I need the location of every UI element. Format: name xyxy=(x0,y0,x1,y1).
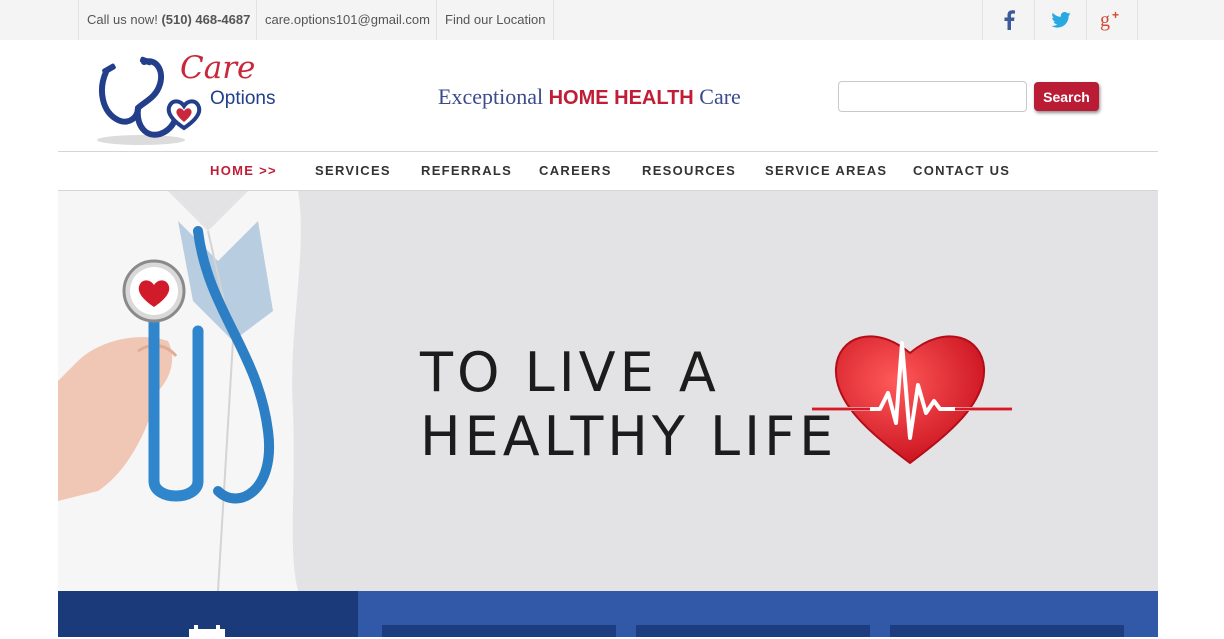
tagline-part1: Exceptional xyxy=(438,84,549,109)
bottom-left-panel xyxy=(58,591,358,639)
doctor-with-stethoscope-image xyxy=(58,191,301,591)
tagline-highlight: HOME HEALTH xyxy=(548,87,694,109)
logo-options-text: Options xyxy=(210,88,276,109)
call-label: Call us now! xyxy=(87,12,158,27)
logo[interactable]: Care Options xyxy=(96,50,296,150)
hero-line-1: TO LIVE A xyxy=(420,341,720,404)
nav-home[interactable]: HOME >> xyxy=(210,152,277,190)
find-location-link[interactable]: Find our Location xyxy=(436,0,555,40)
nav-service-areas[interactable]: SERVICE AREAS xyxy=(765,152,887,190)
google-plus-icon[interactable]: g + xyxy=(1086,0,1138,40)
nav-referrals[interactable]: REFERRALS xyxy=(421,152,512,190)
feature-card[interactable] xyxy=(382,625,616,637)
hero-line-2: HEALTHY LIFE xyxy=(420,405,838,468)
search-button[interactable]: Search xyxy=(1034,82,1099,111)
heart-pulse-icon xyxy=(812,335,1012,465)
nav-services[interactable]: SERVICES xyxy=(315,152,391,190)
tagline-part2: Care xyxy=(693,84,741,109)
tagline: Exceptional HOME HEALTH Care xyxy=(438,84,741,110)
top-bar: Call us now! (510) 468-4687 care.options… xyxy=(0,0,1224,40)
feature-card[interactable] xyxy=(890,625,1124,637)
nav-resources[interactable]: RESOURCES xyxy=(642,152,736,190)
twitter-icon[interactable] xyxy=(1034,0,1086,40)
hero-headline: TO LIVE A HEALTHY LIFE xyxy=(420,341,837,469)
main-nav: HOME >> SERVICES REFERRALS CAREERS RESOU… xyxy=(58,151,1158,191)
nav-contact-us[interactable]: CONTACT US xyxy=(913,152,1010,190)
svg-text:+: + xyxy=(1112,9,1119,22)
call-us-text: Call us now! (510) 468-4687 xyxy=(78,0,258,40)
email-link[interactable]: care.options101@gmail.com xyxy=(256,0,438,40)
hero-banner: TO LIVE A HEALTHY LIFE xyxy=(58,191,1158,591)
search-input[interactable] xyxy=(838,81,1027,112)
feature-card[interactable] xyxy=(636,625,870,637)
svg-text:g: g xyxy=(1100,9,1110,31)
phone-number[interactable]: (510) 468-4687 xyxy=(161,12,250,27)
facebook-icon[interactable] xyxy=(982,0,1034,40)
nav-careers[interactable]: CAREERS xyxy=(539,152,612,190)
logo-care-text: Care xyxy=(180,50,256,86)
